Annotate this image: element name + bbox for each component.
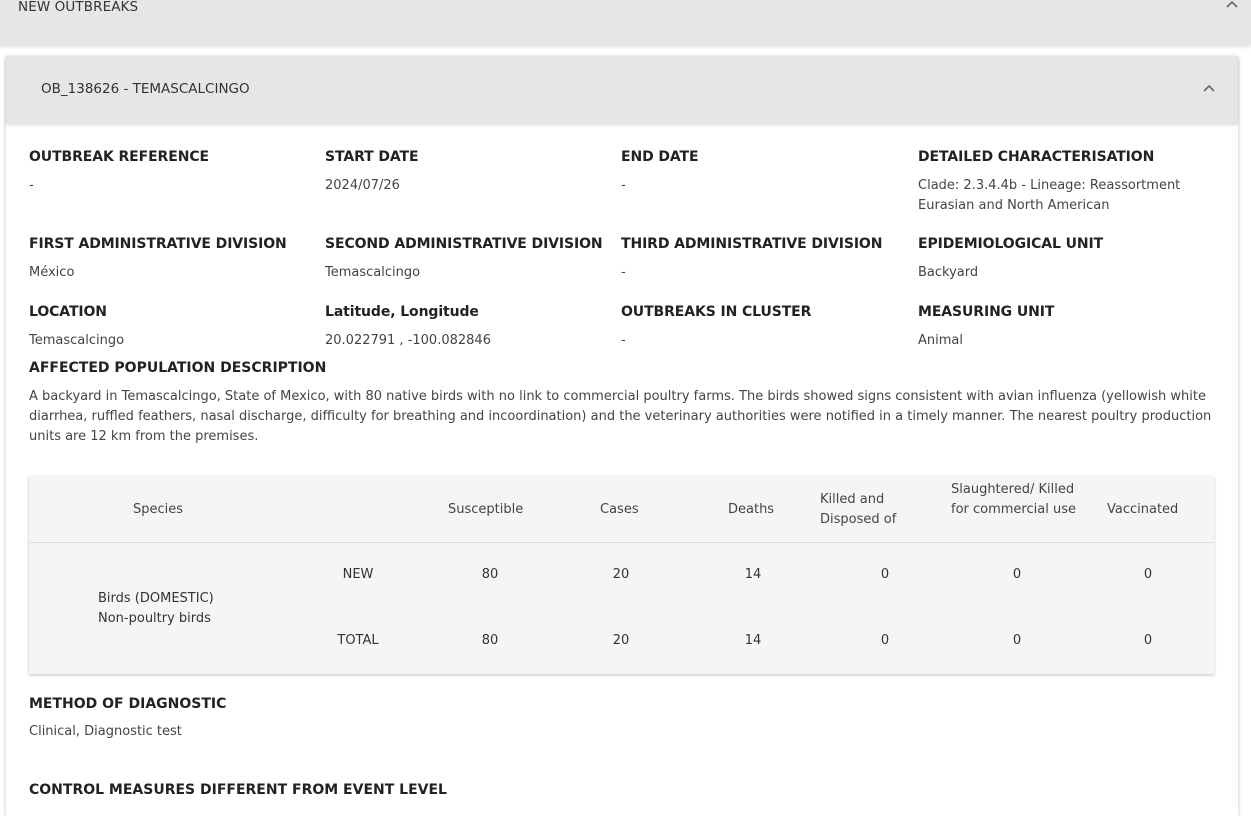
header-killed-disposed: Killed and Disposed of bbox=[820, 492, 897, 527]
field-third-admin-division: THIRD ADMINISTRATIVE DIVISION - bbox=[621, 236, 911, 283]
field-value: - bbox=[621, 333, 626, 348]
field-label: OUTBREAKS IN CLUSTER bbox=[621, 304, 812, 320]
field-label: THIRD ADMINISTRATIVE DIVISION bbox=[621, 236, 883, 252]
diagnostic-value: Clinical, Diagnostic test bbox=[29, 724, 182, 739]
diagnostic-label: METHOD OF DIAGNOSTIC bbox=[29, 696, 227, 712]
field-label: Latitude, Longitude bbox=[325, 304, 479, 320]
cell-deaths: 14 bbox=[744, 567, 762, 582]
field-value: Temascalcingo bbox=[325, 265, 421, 280]
species-table: Species Susceptible Cases Deaths Killed … bbox=[29, 476, 1214, 674]
cell-killed: 0 bbox=[880, 633, 890, 648]
species-category: Non-poultry birds bbox=[98, 611, 211, 626]
new-outbreaks-header[interactable]: NEW OUTBREAKS bbox=[0, 0, 1251, 45]
chevron-up-icon[interactable] bbox=[1202, 82, 1216, 94]
field-value: México bbox=[29, 265, 75, 280]
field-label: DETAILED CHARACTERISATION bbox=[918, 149, 1155, 165]
cell-cases: 20 bbox=[612, 567, 630, 582]
section-title: NEW OUTBREAKS bbox=[18, 0, 139, 15]
field-value: 20.022791 , -100.082846 bbox=[325, 333, 491, 348]
field-label: MEASURING UNIT bbox=[918, 304, 1055, 320]
chevron-up-icon[interactable] bbox=[1225, 0, 1239, 10]
header-species: Species bbox=[133, 502, 184, 517]
cell-killed: 0 bbox=[880, 567, 890, 582]
field-label: END DATE bbox=[621, 149, 699, 165]
header-cases: Cases bbox=[600, 502, 639, 517]
row-type-new: NEW bbox=[342, 567, 374, 582]
population-description: A backyard in Temascalcingo, State of Me… bbox=[29, 389, 1212, 444]
cell-vaccinated: 0 bbox=[1143, 633, 1153, 648]
field-value: 2024/07/26 bbox=[325, 178, 400, 193]
field-label: FIRST ADMINISTRATIVE DIVISION bbox=[29, 236, 287, 252]
header-susceptible: Susceptible bbox=[448, 502, 524, 517]
cell-deaths: 14 bbox=[744, 633, 762, 648]
field-second-admin-division: SECOND ADMINISTRATIVE DIVISION Temascalc… bbox=[325, 236, 615, 283]
field-value: Clade: 2.3.4.4b - Lineage: Reassortment … bbox=[918, 178, 1181, 213]
header-slaughtered: Slaughtered/ Killed for commercial use bbox=[951, 482, 1076, 517]
field-value: Animal bbox=[918, 333, 963, 348]
field-value: Temascalcingo bbox=[29, 333, 125, 348]
field-epidemiological-unit: EPIDEMIOLOGICAL UNIT Backyard bbox=[918, 236, 1208, 283]
table-header-row: Species Susceptible Cases Deaths Killed … bbox=[29, 476, 1214, 543]
field-lat-long: Latitude, Longitude 20.022791 , -100.082… bbox=[325, 304, 615, 351]
cell-cases: 20 bbox=[612, 633, 630, 648]
field-label: LOCATION bbox=[29, 304, 107, 320]
field-detailed-characterisation: DETAILED CHARACTERISATION Clade: 2.3.4.4… bbox=[918, 149, 1218, 216]
species-name: Birds (DOMESTIC) bbox=[98, 591, 214, 606]
cell-vaccinated: 0 bbox=[1143, 567, 1153, 582]
population-label: AFFECTED POPULATION DESCRIPTION bbox=[29, 360, 327, 376]
cell-slaughtered: 0 bbox=[1012, 567, 1022, 582]
control-measures-label: CONTROL MEASURES DIFFERENT FROM EVENT LE… bbox=[29, 782, 447, 798]
cell-susceptible: 80 bbox=[481, 633, 499, 648]
field-label: START DATE bbox=[325, 149, 419, 165]
header-deaths: Deaths bbox=[728, 502, 775, 517]
field-value: - bbox=[621, 178, 626, 193]
cell-susceptible: 80 bbox=[481, 567, 499, 582]
field-label: OUTBREAK REFERENCE bbox=[29, 149, 209, 165]
field-start-date: START DATE 2024/07/26 bbox=[325, 149, 615, 196]
field-outbreak-reference: OUTBREAK REFERENCE - bbox=[29, 149, 319, 196]
field-end-date: END DATE - bbox=[621, 149, 911, 196]
row-type-total: TOTAL bbox=[337, 633, 379, 648]
field-value: Backyard bbox=[918, 265, 979, 280]
field-label: EPIDEMIOLOGICAL UNIT bbox=[918, 236, 1104, 252]
field-value: - bbox=[621, 265, 626, 280]
field-measuring-unit: MEASURING UNIT Animal bbox=[918, 304, 1208, 351]
field-location: LOCATION Temascalcingo bbox=[29, 304, 319, 351]
cell-slaughtered: 0 bbox=[1012, 633, 1022, 648]
field-value: - bbox=[29, 178, 34, 193]
field-label: SECOND ADMINISTRATIVE DIVISION bbox=[325, 236, 603, 252]
outbreak-title: OB_138626 - TEMASCALCINGO bbox=[41, 81, 250, 97]
field-outbreaks-in-cluster: OUTBREAKS IN CLUSTER - bbox=[621, 304, 911, 351]
outbreak-card-header[interactable]: OB_138626 - TEMASCALCINGO bbox=[6, 56, 1238, 123]
field-first-admin-division: FIRST ADMINISTRATIVE DIVISION México bbox=[29, 236, 319, 283]
header-vaccinated: Vaccinated bbox=[1107, 502, 1179, 517]
